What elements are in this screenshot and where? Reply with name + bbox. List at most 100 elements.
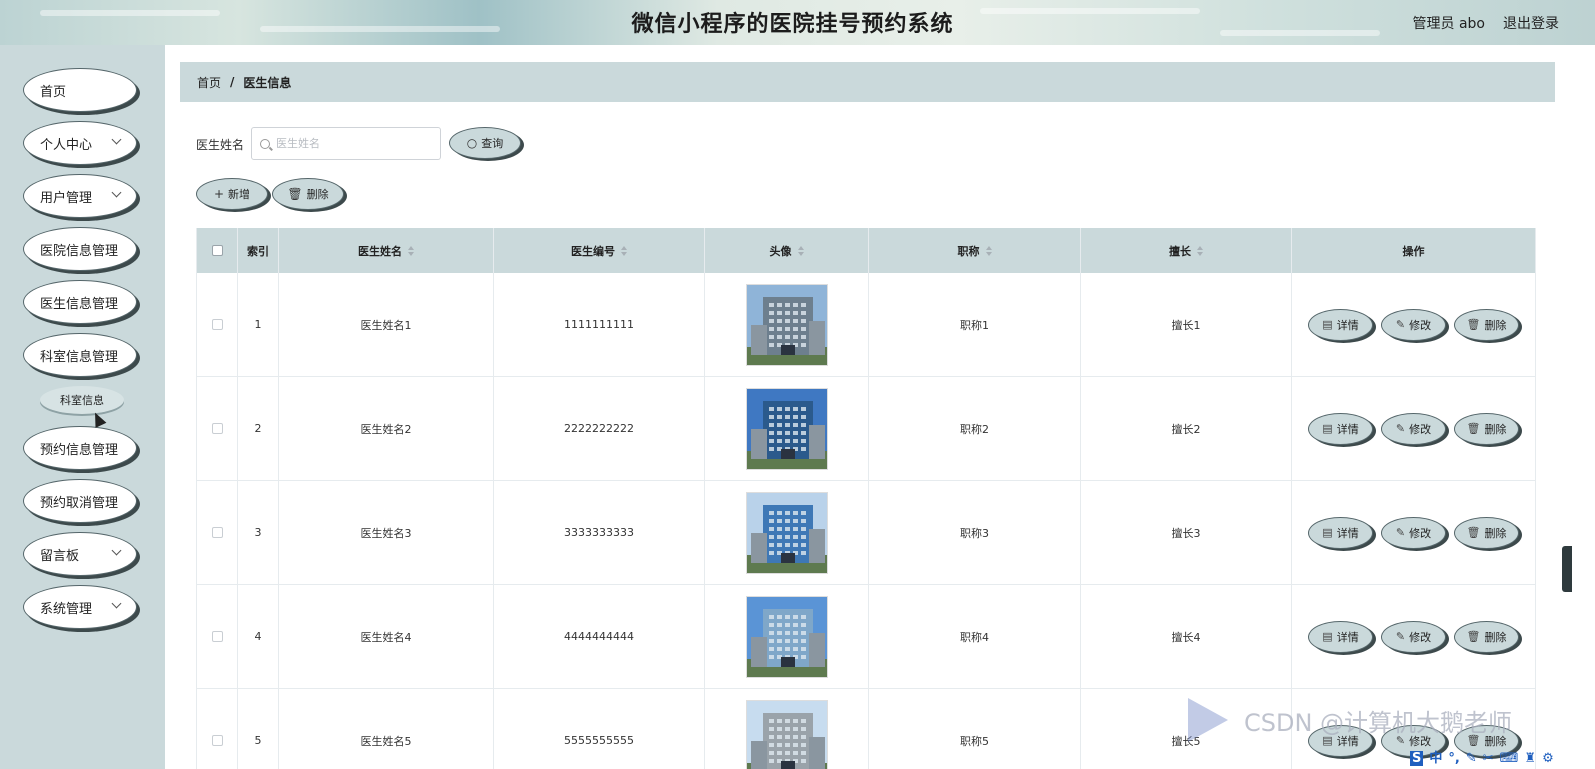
doctor-avatar-image xyxy=(745,283,828,366)
sidebar-item-label: 系统管理 xyxy=(40,601,93,617)
detail-button[interactable]: ▤ 详情 xyxy=(1308,412,1373,445)
row-select-cell[interactable] xyxy=(197,585,238,688)
header-avatar[interactable]: 头像 xyxy=(705,228,869,273)
sidebar-item-7[interactable]: 预约取消管理 xyxy=(23,479,137,523)
keyboard-icon[interactable]: ⌨ xyxy=(1500,751,1519,766)
sidebar-item-label: 留言板 xyxy=(40,548,80,564)
sidebar-item-label: 预约取消管理 xyxy=(40,495,119,511)
cell-skill: 擅长3 xyxy=(1081,481,1292,584)
sort-icon[interactable] xyxy=(408,245,414,256)
edit-button[interactable]: ✎ 修改 xyxy=(1381,516,1446,549)
gear-icon[interactable]: ⚙ xyxy=(1542,751,1554,766)
doctor-table: 索引 医生姓名 医生编号 头像 职称 擅长 操作 1 医生姓名1 1111111… xyxy=(196,228,1536,769)
row-checkbox[interactable] xyxy=(211,527,223,538)
detail-button[interactable]: ▤ 详情 xyxy=(1308,308,1373,341)
cell-skill: 擅长4 xyxy=(1081,585,1292,688)
sort-icon[interactable] xyxy=(797,245,804,256)
sort-icon[interactable] xyxy=(985,245,992,256)
sort-icon[interactable] xyxy=(621,245,627,256)
batch-delete-button[interactable]: 🗑 删除 xyxy=(272,178,344,210)
breadcrumb-home[interactable]: 首页 xyxy=(197,74,221,91)
search-input[interactable] xyxy=(276,137,426,150)
table-row[interactable]: 2 医生姓名2 2222222222 职称2 擅长2 ▤ 详情 ✎ 修改 🗑 删除 xyxy=(197,377,1535,481)
top-header: 微信小程序的医院挂号预约系统 管理员 abo 退出登录 xyxy=(0,0,1595,45)
header-doctor-code[interactable]: 医生编号 xyxy=(494,228,705,273)
delete-button[interactable]: 🗑 删除 xyxy=(1454,516,1519,549)
cell-index: 4 xyxy=(238,585,279,688)
add-button[interactable]: + 新增 xyxy=(196,178,268,210)
header-doctor-name[interactable]: 医生姓名 xyxy=(279,228,494,273)
document-icon: ▤ xyxy=(1322,526,1333,539)
cell-index: 1 xyxy=(238,273,279,376)
query-button[interactable]: ○ 查询 xyxy=(449,127,521,159)
table-row[interactable]: 4 医生姓名4 4444444444 职称4 擅长4 ▤ 详情 ✎ 修改 🗑 删除 xyxy=(197,585,1535,689)
sidebar-item-3[interactable]: 医院信息管理 xyxy=(23,227,137,271)
sidebar-item-label: 首页 xyxy=(40,84,67,100)
header-select-all[interactable] xyxy=(197,228,238,273)
sidebar-item-1[interactable]: 个人中心 xyxy=(23,121,137,165)
row-select-cell[interactable] xyxy=(197,377,238,480)
shirt-icon[interactable]: ♜ xyxy=(1524,751,1536,766)
cell-doctor-code: 2222222222 xyxy=(494,377,705,480)
cell-avatar xyxy=(705,689,869,769)
pen-icon[interactable]: ✎ xyxy=(1466,751,1477,766)
ime-icon[interactable]: S xyxy=(1410,751,1424,766)
batch-delete-button-label: 删除 xyxy=(306,188,329,201)
cell-doctor-name: 医生姓名3 xyxy=(279,481,494,584)
delete-button[interactable]: 🗑 删除 xyxy=(1454,620,1519,653)
edit-button[interactable]: ✎ 修改 xyxy=(1381,620,1446,653)
cell-title: 职称1 xyxy=(869,273,1081,376)
search-icon: ○ xyxy=(466,136,478,150)
punctuation-icon[interactable]: °, xyxy=(1448,751,1459,766)
cell-doctor-name: 医生姓名5 xyxy=(279,689,494,769)
system-tray: S 中 °, ✎ ✂ ⌨ ♜ ⚙ xyxy=(1410,738,1595,769)
side-scroll-tab[interactable] xyxy=(1562,546,1572,592)
logout-link[interactable]: 退出登录 xyxy=(1503,13,1559,33)
query-button-label: 查询 xyxy=(481,137,504,150)
trash-icon: 🗑 xyxy=(1466,318,1481,331)
sidebar-subitem-department-info[interactable]: 科室信息 xyxy=(40,386,124,414)
sidebar-item-0[interactable]: 首页 xyxy=(23,68,137,112)
row-checkbox[interactable] xyxy=(211,319,223,330)
ime-mode[interactable]: 中 xyxy=(1429,747,1442,766)
table-row[interactable]: 3 医生姓名3 3333333333 职称3 擅长3 ▤ 详情 ✎ 修改 🗑 删除 xyxy=(197,481,1535,585)
doctor-avatar-image xyxy=(745,491,828,574)
sidebar-item-6[interactable]: 预约信息管理 xyxy=(23,426,137,470)
sidebar-item-2[interactable]: 用户管理 xyxy=(23,174,137,218)
header-skill[interactable]: 擅长 xyxy=(1081,228,1292,273)
select-all-checkbox[interactable] xyxy=(211,245,223,256)
sidebar-item-4[interactable]: 医生信息管理 xyxy=(23,280,137,324)
row-checkbox[interactable] xyxy=(211,631,223,642)
sort-icon[interactable] xyxy=(1197,245,1203,256)
cell-operations: ▤ 详情 ✎ 修改 🗑 删除 xyxy=(1292,377,1535,480)
edit-button[interactable]: ✎ 修改 xyxy=(1381,412,1446,445)
row-select-cell[interactable] xyxy=(197,689,238,769)
delete-button[interactable]: 🗑 删除 xyxy=(1454,308,1519,341)
row-checkbox[interactable] xyxy=(211,423,223,434)
sidebar-item-label: 医院信息管理 xyxy=(40,243,119,259)
cell-avatar xyxy=(705,273,869,376)
row-select-cell[interactable] xyxy=(197,273,238,376)
scissors-icon[interactable]: ✂ xyxy=(1483,751,1494,766)
row-checkbox[interactable] xyxy=(211,735,223,746)
sidebar-item-5[interactable]: 科室信息管理 xyxy=(23,333,137,377)
cell-title: 职称2 xyxy=(869,377,1081,480)
delete-button[interactable]: 🗑 删除 xyxy=(1454,412,1519,445)
document-icon: ▤ xyxy=(1322,422,1333,435)
chevron-down-icon xyxy=(111,545,122,556)
table-row[interactable]: 1 医生姓名1 1111111111 职称1 擅长1 ▤ 详情 ✎ 修改 🗑 删除 xyxy=(197,273,1535,377)
sidebar-item-label: 用户管理 xyxy=(40,190,93,206)
sidebar-item-8[interactable]: 留言板 xyxy=(23,532,137,576)
edit-button[interactable]: ✎ 修改 xyxy=(1381,308,1446,341)
row-select-cell[interactable] xyxy=(197,481,238,584)
detail-button[interactable]: ▤ 详情 xyxy=(1308,516,1373,549)
header-title[interactable]: 职称 xyxy=(869,228,1081,273)
watermark-text: CSDN @计算机大鹅老师 xyxy=(1244,708,1513,737)
sidebar-item-9[interactable]: 系统管理 xyxy=(23,585,137,629)
detail-button[interactable]: ▤ 详情 xyxy=(1308,620,1373,653)
cell-operations: ▤ 详情 ✎ 修改 🗑 删除 xyxy=(1292,273,1535,376)
sidebar-item-label: 预约信息管理 xyxy=(40,442,119,458)
search-box[interactable] xyxy=(251,127,441,160)
cell-doctor-name: 医生姓名1 xyxy=(279,273,494,376)
cell-title: 职称3 xyxy=(869,481,1081,584)
